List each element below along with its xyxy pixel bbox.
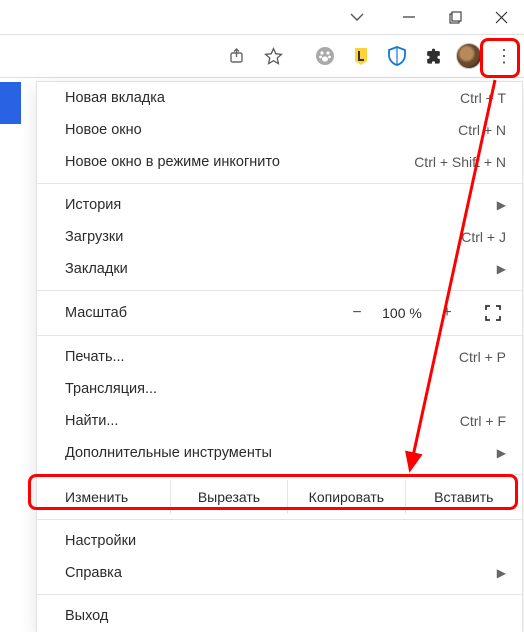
- zoom-value: 100 %: [374, 305, 430, 321]
- minimize-button[interactable]: [386, 0, 432, 34]
- chrome-menu: Новая вкладка Ctrl + T Новое окно Ctrl +…: [37, 82, 522, 632]
- menu-item-history[interactable]: История ▶: [37, 189, 522, 221]
- extension-shield-icon[interactable]: [382, 41, 412, 71]
- menu-item-find[interactable]: Найти... Ctrl + F: [37, 405, 522, 437]
- menu-item-cast[interactable]: Трансляция...: [37, 373, 522, 405]
- profile-avatar[interactable]: [454, 41, 484, 71]
- menu-item-downloads[interactable]: Загрузки Ctrl + J: [37, 221, 522, 253]
- menu-label: История: [65, 197, 489, 213]
- star-icon[interactable]: [258, 41, 288, 71]
- avatar: [456, 43, 482, 69]
- active-tab-indicator: [0, 82, 21, 124]
- menu-label: Выход: [65, 608, 506, 624]
- menu-item-bookmarks[interactable]: Закладки ▶: [37, 253, 522, 285]
- menu-item-zoom: Масштаб − 100 % +: [37, 296, 522, 330]
- menu-item-more-tools[interactable]: Дополнительные инструменты ▶: [37, 437, 522, 469]
- edit-label: Изменить: [37, 480, 171, 514]
- menu-shortcut: Ctrl + Shift + N: [414, 154, 506, 170]
- menu-label: Новое окно: [65, 122, 458, 138]
- extensions-puzzle-icon[interactable]: [418, 41, 448, 71]
- edit-paste-button[interactable]: Вставить: [406, 480, 522, 514]
- menu-item-settings[interactable]: Настройки: [37, 525, 522, 557]
- menu-item-incognito[interactable]: Новое окно в режиме инкогнито Ctrl + Shi…: [37, 146, 522, 178]
- submenu-arrow-icon: ▶: [497, 446, 506, 460]
- edit-cut-button[interactable]: Вырезать: [171, 480, 288, 514]
- more-vert-icon: ⋮: [495, 46, 513, 67]
- menu-label: Закладки: [65, 261, 489, 277]
- menu-label: Новое окно в режиме инкогнито: [65, 154, 414, 170]
- menu-shortcut: Ctrl + N: [458, 122, 506, 138]
- maximize-button[interactable]: [432, 0, 478, 34]
- extension-yellow-icon[interactable]: [346, 41, 376, 71]
- menu-edit-row: Изменить Вырезать Копировать Вставить: [37, 480, 522, 514]
- menu-label: Настройки: [65, 533, 506, 549]
- fullscreen-button[interactable]: [472, 305, 514, 321]
- menu-label: Найти...: [65, 413, 460, 429]
- kebab-menu-button[interactable]: ⋮: [490, 42, 518, 70]
- menu-separator: [37, 474, 522, 475]
- menu-separator: [37, 519, 522, 520]
- menu-item-print[interactable]: Печать... Ctrl + P: [37, 341, 522, 373]
- menu-separator: [37, 594, 522, 595]
- menu-separator: [37, 183, 522, 184]
- menu-item-new-tab[interactable]: Новая вкладка Ctrl + T: [37, 82, 522, 114]
- close-button[interactable]: [478, 0, 524, 34]
- menu-separator: [37, 290, 522, 291]
- menu-item-exit[interactable]: Выход: [37, 600, 522, 632]
- extension-paw-icon[interactable]: [310, 41, 340, 71]
- zoom-in-button[interactable]: +: [430, 304, 464, 322]
- menu-label: Масштаб: [65, 305, 340, 321]
- share-icon[interactable]: [222, 41, 252, 71]
- menu-label: Печать...: [65, 349, 459, 365]
- browser-toolbar: ⋮: [0, 34, 524, 78]
- menu-item-help[interactable]: Справка ▶: [37, 557, 522, 589]
- zoom-controls: − 100 % +: [340, 304, 514, 322]
- menu-label: Дополнительные инструменты: [65, 445, 489, 461]
- chevron-down-icon[interactable]: [328, 0, 386, 34]
- menu-item-new-window[interactable]: Новое окно Ctrl + N: [37, 114, 522, 146]
- zoom-out-button[interactable]: −: [340, 304, 374, 322]
- menu-label: Новая вкладка: [65, 90, 460, 106]
- menu-separator: [37, 335, 522, 336]
- menu-shortcut: Ctrl + F: [460, 413, 506, 429]
- edit-copy-button[interactable]: Копировать: [288, 480, 405, 514]
- submenu-arrow-icon: ▶: [497, 262, 506, 276]
- menu-shortcut: Ctrl + P: [459, 349, 506, 365]
- menu-shortcut: Ctrl + J: [461, 229, 506, 245]
- submenu-arrow-icon: ▶: [497, 198, 506, 212]
- menu-label: Трансляция...: [65, 381, 506, 397]
- menu-label: Справка: [65, 565, 489, 581]
- window-controls: [0, 0, 524, 34]
- menu-shortcut: Ctrl + T: [460, 90, 506, 106]
- menu-label: Загрузки: [65, 229, 461, 245]
- submenu-arrow-icon: ▶: [497, 566, 506, 580]
